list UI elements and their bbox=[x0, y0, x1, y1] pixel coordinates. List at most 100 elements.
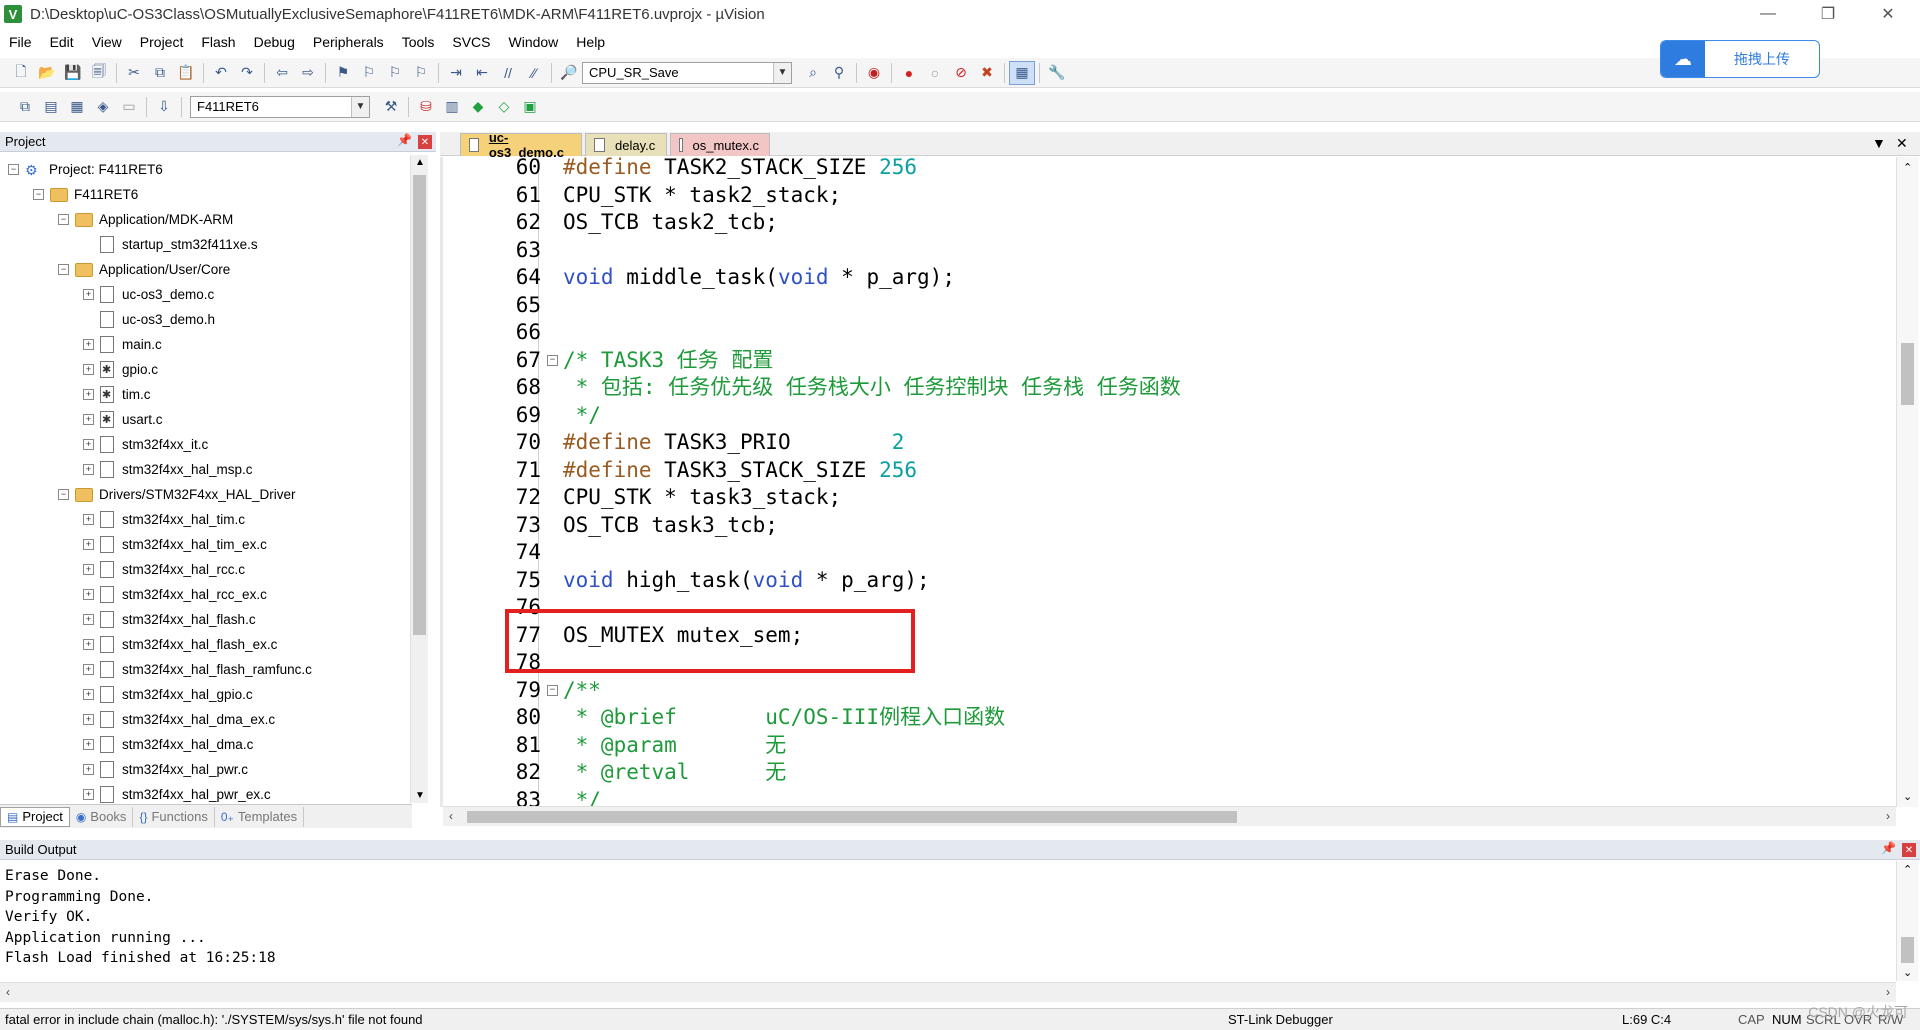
cut-icon[interactable]: ✂ bbox=[121, 61, 147, 85]
copy-icon[interactable]: ⧉ bbox=[147, 61, 173, 85]
file-extensions-icon[interactable]: ▥ bbox=[439, 95, 465, 119]
incremental-find-icon[interactable]: ⌕ bbox=[800, 61, 826, 85]
tree-item[interactable]: + usart.c bbox=[83, 407, 163, 432]
menu-svcs[interactable]: SVCS bbox=[443, 34, 499, 50]
upload-button[interactable]: ☁ 拖拽上传 bbox=[1660, 40, 1820, 78]
comment-icon[interactable]: // bbox=[495, 61, 521, 85]
clear-bookmarks-icon[interactable]: ⚐ bbox=[408, 61, 434, 85]
target-combo[interactable]: F411RET6 ▼ bbox=[190, 95, 370, 118]
tree-item[interactable]: + stm32f4xx_hal_rcc_ex.c bbox=[83, 582, 267, 607]
rebuild-icon[interactable]: ▦ bbox=[64, 95, 90, 119]
undo-icon[interactable]: ↶ bbox=[208, 61, 234, 85]
scroll-thumb[interactable] bbox=[467, 811, 1237, 823]
tree-item[interactable]: + stm32f4xx_hal_rcc.c bbox=[83, 557, 245, 582]
prev-bookmark-icon[interactable]: ⚐ bbox=[356, 61, 382, 85]
tree-item[interactable]: − Application/User/Core bbox=[58, 257, 230, 282]
tree-item[interactable]: + uc-os3_demo.c bbox=[83, 282, 214, 307]
batch-build-icon[interactable]: ◈ bbox=[90, 95, 116, 119]
collapse-icon[interactable]: − bbox=[58, 264, 69, 275]
disable-all-breakpoints-icon[interactable]: ⊘ bbox=[948, 61, 974, 85]
expand-icon[interactable]: + bbox=[83, 789, 94, 800]
collapse-icon[interactable]: − bbox=[8, 164, 19, 175]
expand-icon[interactable]: + bbox=[83, 714, 94, 725]
menu-view[interactable]: View bbox=[83, 34, 131, 50]
tree-item[interactable]: + stm32f4xx_hal_gpio.c bbox=[83, 682, 253, 707]
tree-item[interactable]: + stm32f4xx_hal_dma.c bbox=[83, 732, 253, 757]
expand-icon[interactable]: + bbox=[83, 739, 94, 750]
menu-window[interactable]: Window bbox=[500, 34, 568, 50]
expand-icon[interactable]: + bbox=[83, 639, 94, 650]
tree-item[interactable]: uc-os3_demo.h bbox=[83, 307, 215, 332]
breakpoint-icon[interactable]: ● bbox=[896, 61, 922, 85]
indent-icon[interactable]: ⇥ bbox=[443, 61, 469, 85]
tree-item[interactable]: + stm32f4xx_hal_pwr.c bbox=[83, 757, 248, 782]
tree-item[interactable]: + stm32f4xx_it.c bbox=[83, 432, 208, 457]
expand-icon[interactable]: + bbox=[83, 289, 94, 300]
fold-icon[interactable]: − bbox=[547, 684, 558, 696]
debug-start-icon[interactable]: ◉ bbox=[861, 61, 887, 85]
tree-item[interactable]: + tim.c bbox=[83, 382, 151, 407]
pin-icon[interactable]: 📌 bbox=[1881, 841, 1896, 855]
expand-icon[interactable]: + bbox=[83, 439, 94, 450]
editor-tab[interactable]: delay.c bbox=[585, 133, 667, 156]
scroll-left-icon[interactable]: ‹ bbox=[449, 809, 453, 823]
tree-item[interactable]: + stm32f4xx_hal_pwr_ex.c bbox=[83, 782, 271, 803]
tree-item[interactable]: + stm32f4xx_hal_flash_ramfunc.c bbox=[83, 657, 312, 682]
translate-icon[interactable]: ⧉ bbox=[12, 95, 38, 119]
menu-edit[interactable]: Edit bbox=[41, 34, 83, 50]
tree-item[interactable]: + stm32f4xx_hal_msp.c bbox=[83, 457, 253, 482]
scroll-down-icon[interactable]: ⌄ bbox=[1903, 966, 1912, 979]
tree-item[interactable]: + stm32f4xx_hal_flash_ex.c bbox=[83, 632, 277, 657]
tree-item[interactable]: + stm32f4xx_hal_tim_ex.c bbox=[83, 532, 267, 557]
scroll-down-icon[interactable]: ⌄ bbox=[1903, 790, 1912, 803]
expand-icon[interactable]: + bbox=[83, 764, 94, 775]
restore-button[interactable]: ❐ bbox=[1800, 0, 1856, 28]
tree-item[interactable]: − ⚙ Project: F411RET6 bbox=[8, 157, 163, 182]
build-output-horizontal-scrollbar[interactable]: ‹ › bbox=[0, 982, 1896, 1002]
minimize-button[interactable]: — bbox=[1740, 0, 1796, 28]
menu-help[interactable]: Help bbox=[567, 34, 614, 50]
scroll-left-icon[interactable]: ‹ bbox=[6, 985, 10, 999]
fold-icon[interactable]: − bbox=[547, 354, 558, 366]
uncomment-icon[interactable]: ⁄⁄ bbox=[521, 61, 547, 85]
target-options-icon[interactable]: ⚒ bbox=[378, 95, 404, 119]
expand-icon[interactable]: + bbox=[83, 564, 94, 575]
pin-icon[interactable]: 📌 bbox=[397, 133, 412, 147]
tree-item[interactable]: + stm32f4xx_hal_flash.c bbox=[83, 607, 256, 632]
editor-tab[interactable]: uc-os3_demo.c bbox=[460, 130, 582, 160]
tab-books[interactable]: ◉ Books bbox=[70, 806, 134, 827]
expand-icon[interactable]: + bbox=[83, 339, 94, 350]
manage-project-icon[interactable]: ⛁ bbox=[413, 95, 439, 119]
editor-tab[interactable]: os_mutex.c bbox=[670, 133, 770, 156]
tab-list-dropdown-icon[interactable]: ▼ bbox=[1872, 135, 1886, 151]
find-in-files-icon[interactable]: 🔎 bbox=[556, 61, 582, 85]
close-icon[interactable]: ✕ bbox=[418, 135, 432, 149]
save-all-icon[interactable]: 🗐 bbox=[86, 61, 112, 85]
bookmark-icon[interactable]: ⚑ bbox=[330, 61, 356, 85]
menu-peripherals[interactable]: Peripherals bbox=[304, 34, 393, 50]
disable-breakpoint-icon[interactable]: ○ bbox=[922, 61, 948, 85]
expand-icon[interactable]: + bbox=[83, 589, 94, 600]
find-icon[interactable]: ⚲ bbox=[826, 61, 852, 85]
stop-build-icon[interactable]: ▭ bbox=[116, 95, 142, 119]
scroll-down-icon[interactable]: ▼ bbox=[415, 790, 425, 801]
collapse-icon[interactable]: − bbox=[58, 214, 69, 225]
scroll-up-icon[interactable]: ▲ bbox=[415, 157, 425, 168]
scroll-right-icon[interactable]: › bbox=[1886, 809, 1890, 823]
navigate-back-icon[interactable]: ⇦ bbox=[269, 61, 295, 85]
expand-icon[interactable]: + bbox=[83, 364, 94, 375]
expand-icon[interactable]: + bbox=[83, 514, 94, 525]
configure-icon[interactable]: 🔧 bbox=[1044, 61, 1070, 85]
scroll-thumb[interactable] bbox=[1901, 343, 1914, 405]
close-editor-icon[interactable]: ✕ bbox=[1896, 135, 1908, 152]
close-icon[interactable]: ✕ bbox=[1902, 843, 1916, 857]
open-file-icon[interactable]: 📂 bbox=[34, 61, 60, 85]
menu-project[interactable]: Project bbox=[131, 34, 193, 50]
collapse-icon[interactable]: − bbox=[33, 189, 44, 200]
menu-flash[interactable]: Flash bbox=[192, 34, 244, 50]
rte-manage-icon[interactable]: ▣ bbox=[517, 95, 543, 119]
new-file-icon[interactable]: 🗋 bbox=[8, 61, 34, 85]
expand-icon[interactable]: + bbox=[83, 464, 94, 475]
kill-all-breakpoints-icon[interactable]: ✖ bbox=[974, 61, 1000, 85]
menu-tools[interactable]: Tools bbox=[393, 34, 444, 50]
